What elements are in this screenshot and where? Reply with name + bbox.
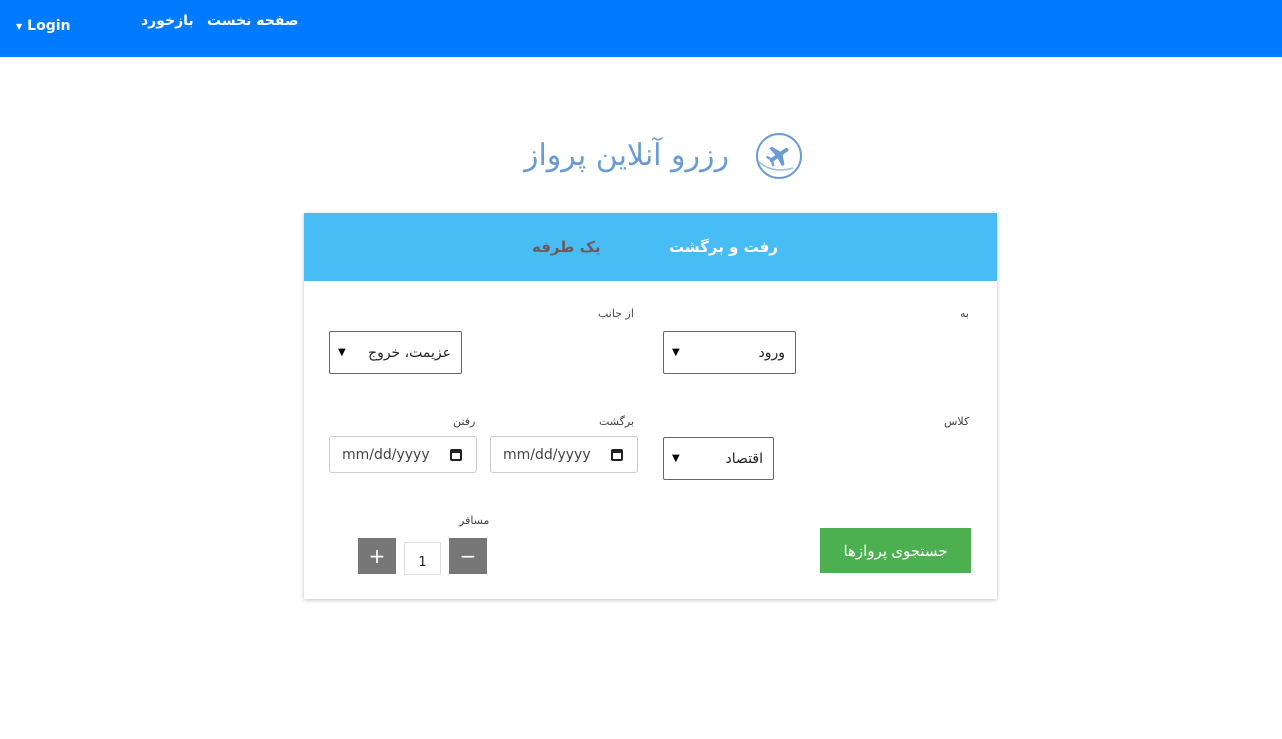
airplane-circle-icon: [756, 132, 802, 179]
return-date-label: برگشت: [599, 415, 634, 428]
class-select-value: اقتصاد: [725, 450, 763, 467]
chevron-down-icon: ▼: [338, 347, 346, 358]
tab-round-trip[interactable]: رفت و برگشت: [669, 238, 778, 256]
passenger-count[interactable]: 1: [404, 542, 441, 575]
from-select[interactable]: ▼ عزیمت، خروج: [329, 331, 462, 374]
from-label: از جانب: [598, 307, 634, 320]
login-label: Login: [27, 18, 71, 34]
class-label: کلاس: [944, 415, 970, 428]
passenger-label: مسافر: [459, 514, 490, 527]
search-flights-button[interactable]: جستجوی پروازها: [820, 528, 971, 573]
to-select-value: ورود: [758, 344, 785, 361]
chevron-down-icon: ▼: [672, 347, 680, 358]
login-dropdown[interactable]: ▼ Login: [16, 18, 70, 34]
top-navbar: ▼ Login بازخورد صفحه نخست: [0, 0, 1282, 57]
flight-search-card: یک طرفه رفت و برگشت به از جانب ▼ ورود ▼ …: [304, 213, 997, 599]
return-date-input[interactable]: mm/dd/yyyy: [490, 436, 638, 473]
caret-down-icon: ▼: [16, 21, 23, 31]
nav-link-home[interactable]: صفحه نخست: [207, 13, 298, 29]
from-select-value: عزیمت، خروج: [368, 344, 451, 361]
depart-date-label: رفتن: [453, 415, 476, 428]
to-select[interactable]: ▼ ورود: [663, 331, 796, 374]
calendar-icon[interactable]: [450, 448, 462, 461]
page-title: رزرو آنلاین پرواز: [523, 138, 729, 173]
page-header: رزرو آنلاین پرواز: [480, 128, 805, 183]
nav-link-feedback[interactable]: بازخورد: [141, 13, 194, 29]
class-select[interactable]: ▼ اقتصاد: [663, 437, 774, 480]
return-date-value: mm/dd/yyyy: [503, 446, 591, 463]
calendar-icon[interactable]: [611, 448, 623, 461]
passenger-increment-button[interactable]: +: [358, 538, 396, 574]
depart-date-value: mm/dd/yyyy: [342, 446, 430, 463]
passenger-decrement-button[interactable]: −: [449, 538, 487, 574]
depart-date-input[interactable]: mm/dd/yyyy: [329, 436, 477, 473]
to-label: به: [960, 307, 969, 320]
tab-one-way[interactable]: یک طرفه: [532, 238, 601, 256]
chevron-down-icon: ▼: [672, 453, 680, 464]
trip-type-tabs: یک طرفه رفت و برگشت: [304, 213, 997, 281]
